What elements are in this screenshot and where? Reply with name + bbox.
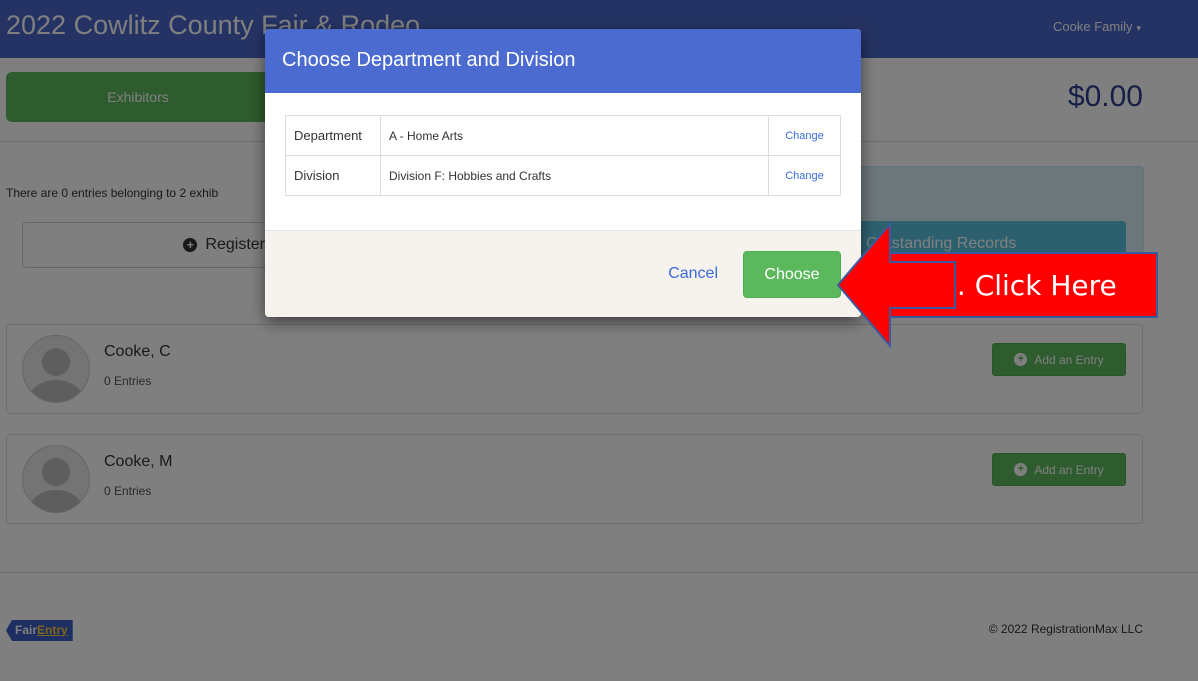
row-value: Division F: Hobbies and Crafts <box>380 155 769 196</box>
row-key: Division <box>285 155 381 196</box>
row-value: A - Home Arts <box>380 115 769 156</box>
choose-department-modal: Choose Department and Division Departmen… <box>265 29 861 317</box>
selection-table: Department A - Home Arts Change Division… <box>285 115 841 196</box>
modal-footer: Cancel Choose <box>265 230 861 317</box>
choose-button[interactable]: Choose <box>743 251 841 298</box>
change-division-link[interactable]: Change <box>768 155 841 196</box>
row-key: Department <box>285 115 381 156</box>
change-department-link[interactable]: Change <box>768 115 841 156</box>
table-row: Department A - Home Arts Change <box>285 115 841 156</box>
modal-title: Choose Department and Division <box>265 29 861 93</box>
cancel-button[interactable]: Cancel <box>668 265 718 283</box>
table-row: Division Division F: Hobbies and Crafts … <box>285 155 841 196</box>
click-here-callout: 24. Click Here <box>880 252 1158 318</box>
